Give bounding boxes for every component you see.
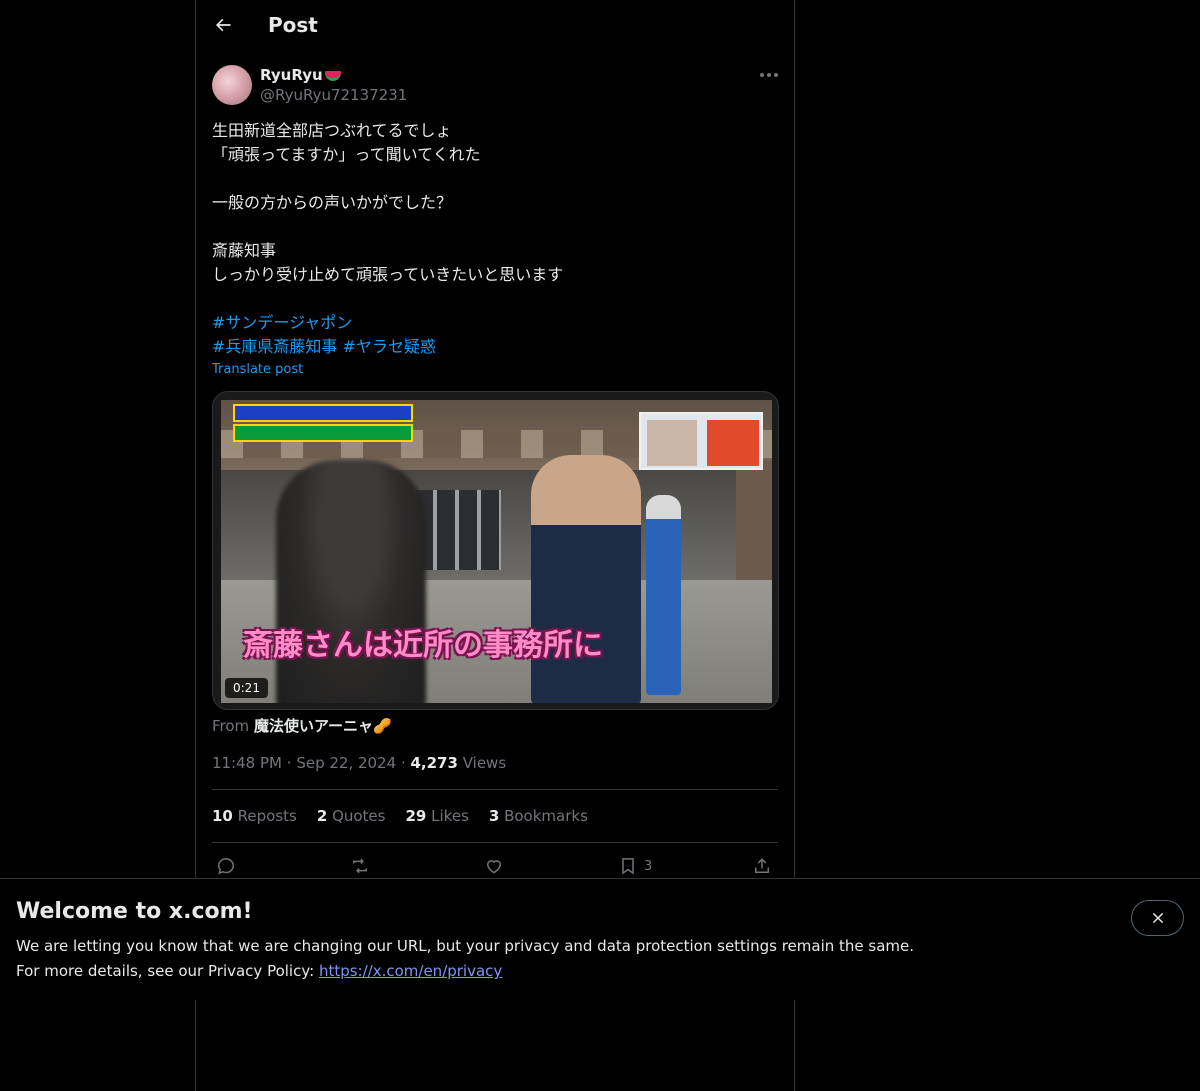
banner-text: We are letting you know that we are chan… — [16, 937, 915, 955]
share-icon — [755, 858, 769, 873]
blurred-person — [276, 460, 426, 703]
repost-icon — [353, 858, 367, 874]
quotes-stat[interactable]: 2 Quotes — [317, 807, 386, 825]
quotes-label: Quotes — [332, 807, 386, 825]
heart-icon — [486, 860, 502, 874]
privacy-policy-link[interactable]: https://x.com/en/privacy — [319, 962, 502, 980]
welcome-banner: Welcome to x.com! We are letting you kno… — [0, 878, 1200, 1000]
inset-face — [707, 420, 759, 466]
quotes-count: 2 — [316, 807, 328, 825]
author-name[interactable]: RyuRyu — [260, 66, 341, 84]
header: Post — [196, 0, 795, 54]
inset-face — [647, 420, 697, 466]
watermelon-icon — [324, 71, 341, 81]
post-line: 斎藤知事 — [212, 241, 277, 260]
security-guard — [646, 495, 681, 695]
reposts-label: Reposts — [237, 807, 297, 825]
post-line — [212, 167, 778, 191]
bookmark-button[interactable]: 3 — [618, 853, 652, 879]
from-account-link[interactable]: 魔法使いアーニャ🥜 — [254, 717, 392, 735]
likes-label: Likes — [431, 807, 469, 825]
divider — [212, 789, 778, 790]
arrow-left-icon — [216, 18, 231, 32]
share-button[interactable] — [752, 853, 772, 879]
tv-banner-bottom — [233, 424, 413, 442]
back-button[interactable] — [206, 8, 240, 42]
post-time[interactable]: 11:48 PM — [212, 754, 282, 772]
likes-count: 29 — [405, 807, 427, 825]
close-icon — [1152, 912, 1163, 924]
bookmarks-stat[interactable]: 3 Bookmarks — [489, 807, 588, 825]
meta-separator: · — [286, 754, 297, 772]
video-caption: 斎藤さんは近所の事務所に — [243, 628, 603, 663]
post-line: 一般の方からの声いかがでした？ — [212, 193, 453, 212]
author-display-name: RyuRyu — [260, 66, 323, 84]
page-title: Post — [268, 13, 318, 37]
likes-stat[interactable]: 29 Likes — [405, 807, 468, 825]
more-dot — [767, 73, 771, 77]
more-options-button[interactable] — [756, 64, 782, 86]
close-banner-button[interactable] — [1131, 900, 1184, 936]
avatar[interactable] — [212, 65, 252, 105]
post-line — [212, 215, 778, 239]
action-bar: 3 — [212, 853, 778, 879]
hashtag-link[interactable]: #サンデージャポン — [212, 313, 352, 332]
bookmark-icon — [622, 858, 634, 875]
video-duration-badge: 0:21 — [225, 678, 268, 698]
hashtag-link[interactable]: #兵庫県斎藤知事 — [212, 337, 337, 356]
reposts-count: 10 — [212, 807, 233, 825]
video-player[interactable]: 斎藤さんは近所の事務所に 0:21 — [212, 391, 779, 710]
divider — [212, 842, 778, 843]
reposts-stat[interactable]: 10 Reposts — [212, 807, 297, 825]
repost-button[interactable] — [350, 853, 370, 879]
post-line: 「頑張ってますか」って聞いてくれた — [212, 145, 481, 164]
post-date[interactable]: Sep 22, 2024 — [296, 754, 396, 772]
banner-title: Welcome to x.com! — [16, 899, 253, 924]
from-attribution: From 魔法使いアーニャ🥜 — [212, 715, 392, 736]
views-count: 4,273 — [410, 754, 458, 772]
video-frame: 斎藤さんは近所の事務所に — [221, 400, 772, 703]
engagement-stats: 10 Reposts 2 Quotes 29 Likes 3 Bookmarks — [212, 807, 588, 825]
translate-post-link[interactable]: Translate post — [212, 362, 303, 377]
hashtag-link[interactable]: #ヤラセ疑惑 — [343, 337, 436, 356]
bookmarks-label: Bookmarks — [504, 807, 588, 825]
person-in-suit — [531, 455, 641, 703]
reply-button[interactable] — [216, 853, 236, 879]
like-button[interactable] — [484, 853, 504, 879]
more-dot — [760, 73, 764, 77]
bookmarks-count: 3 — [488, 807, 500, 825]
banner-privacy-prefix: For more details, see our Privacy Policy… — [16, 962, 319, 980]
hashtags: #サンデージャポン #兵庫県斎藤知事 #ヤラセ疑惑 — [212, 311, 436, 359]
post-line: 生田新道全部店つぶれてるでしょ — [212, 121, 452, 140]
post-line: しっかり受け止めて頑張っていきたいと思います — [212, 265, 564, 284]
hashtag-row: #サンデージャポン — [212, 311, 436, 335]
banner-privacy-text: For more details, see our Privacy Policy… — [16, 962, 502, 980]
tv-inset-panel — [639, 412, 763, 470]
tv-banner-top — [233, 404, 413, 422]
author-handle[interactable]: @RyuRyu72137231 — [260, 86, 407, 104]
hashtag-row: #兵庫県斎藤知事 #ヤラセ疑惑 — [212, 335, 436, 359]
post-meta: 11:48 PM · Sep 22, 2024 · 4,273 Views — [212, 754, 506, 772]
more-dot — [774, 73, 778, 77]
bookmark-action-count: 3 — [644, 858, 653, 874]
from-label: From — [212, 717, 250, 735]
reply-icon — [217, 858, 235, 875]
views-label: Views — [462, 754, 507, 772]
post-text: 生田新道全部店つぶれてるでしょ 「頑張ってますか」って聞いてくれた 一般の方から… — [212, 119, 778, 287]
